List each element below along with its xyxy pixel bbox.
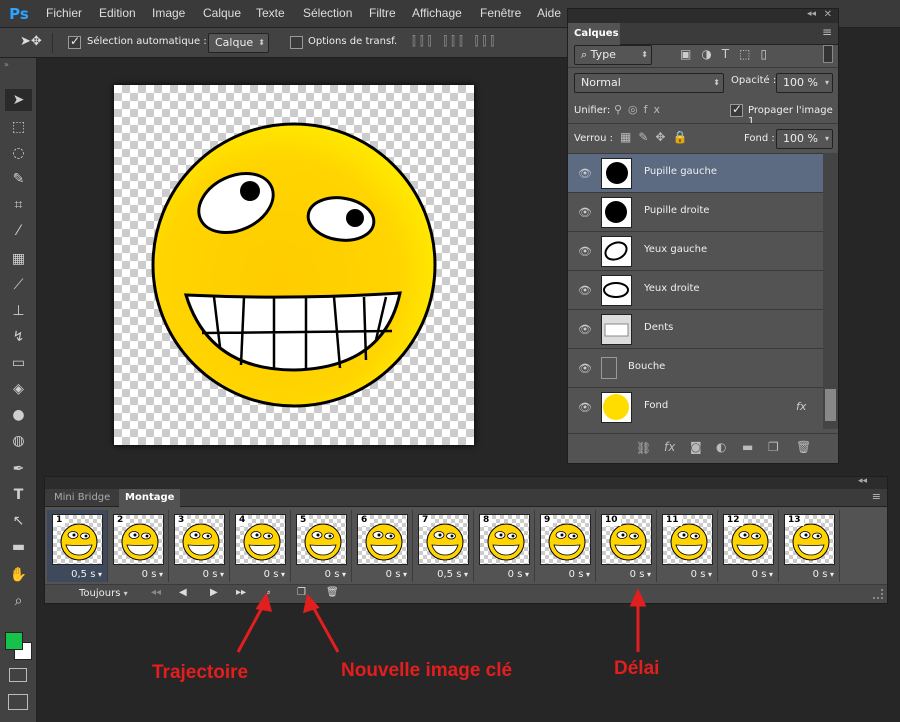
annotation-arrows [236,588,647,653]
annotation-nouvelle-image: Nouvelle image clé [341,660,513,681]
annotation-trajectoire: Trajectoire [152,662,249,683]
foreground-color-swatch[interactable] [5,632,23,650]
annotation-delai: Délai [614,658,660,679]
